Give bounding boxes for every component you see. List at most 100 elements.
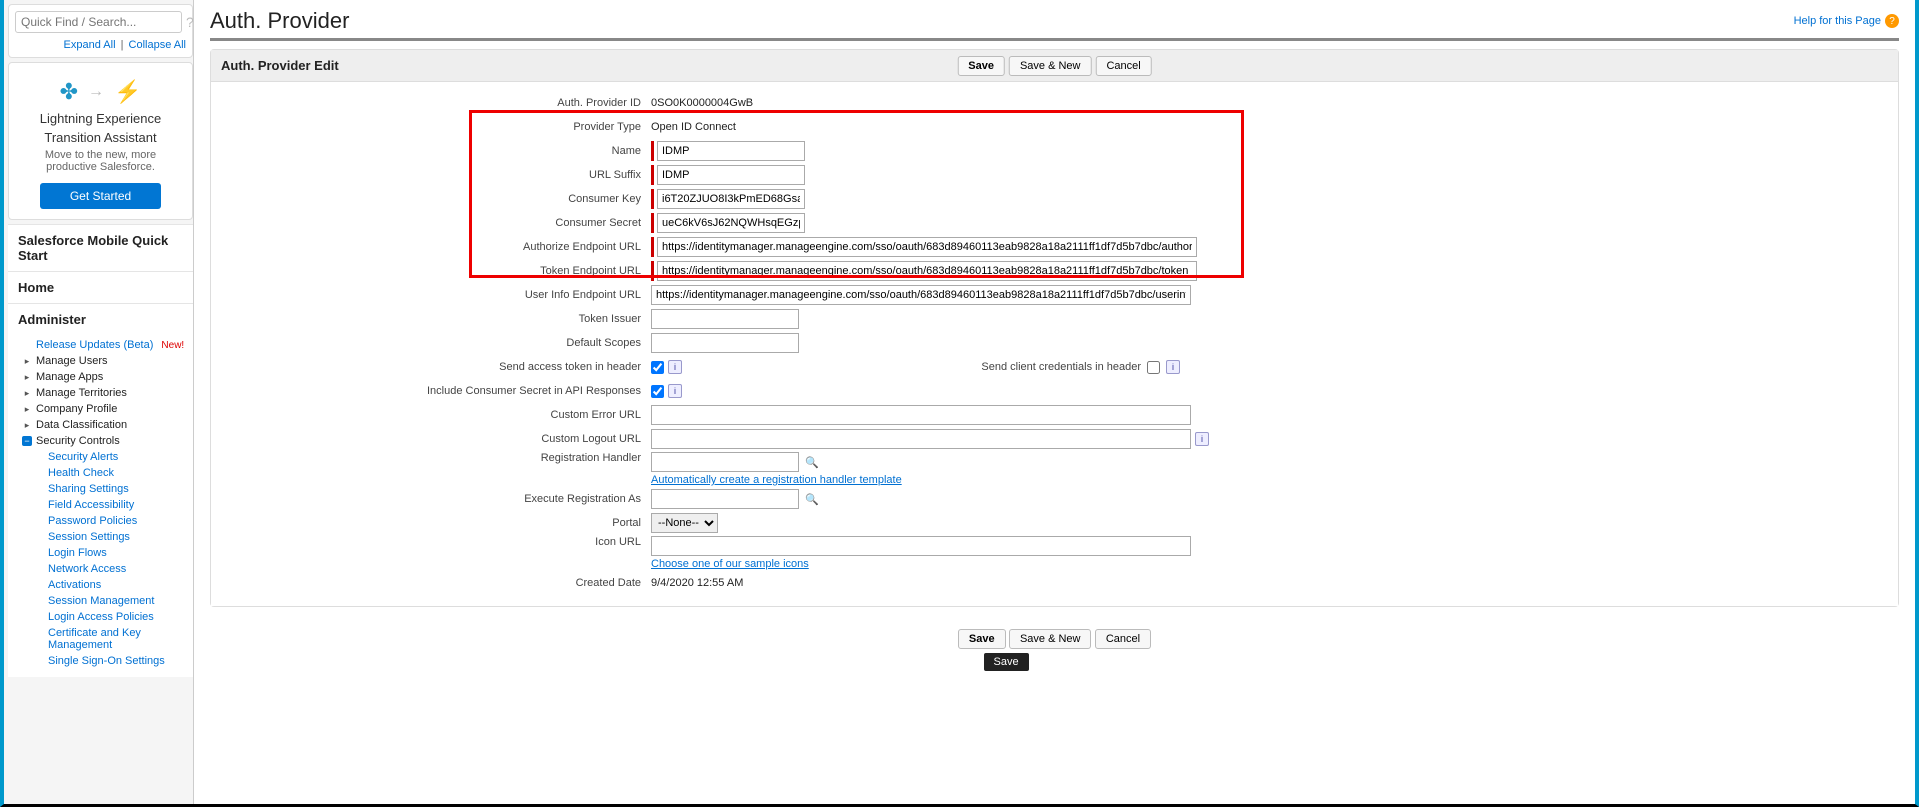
lightning-title-1: Lightning Experience	[19, 111, 182, 126]
expand-all-link[interactable]: Expand All	[64, 39, 116, 51]
value-created-date: 9/4/2020 12:55 AM	[651, 577, 1898, 589]
tree-login-access-policies[interactable]: Login Access Policies	[18, 609, 193, 625]
custom-error-url-input[interactable]	[651, 405, 1191, 425]
label-consumer-secret: Consumer Secret	[211, 217, 651, 229]
required-indicator	[651, 165, 654, 185]
tree-cert-key[interactable]: Certificate and Key Management	[18, 625, 193, 653]
value-provider-id: 0SO0K0000004GwB	[651, 97, 1898, 109]
collapse-all-link[interactable]: Collapse All	[129, 39, 186, 51]
tree-manage-users[interactable]: ▸Manage Users	[18, 353, 193, 369]
save-new-button[interactable]: Save & New	[1009, 56, 1092, 76]
required-indicator	[651, 237, 654, 257]
tree-manage-territories[interactable]: ▸Manage Territories	[18, 385, 193, 401]
sidebar: ? 🔍 Expand All | Collapse All ✤ → ⚡ Ligh…	[4, 0, 194, 804]
label-token-url: Token Endpoint URL	[211, 265, 651, 277]
tree-login-flows[interactable]: Login Flows	[18, 545, 193, 561]
label-authorize-url: Authorize Endpoint URL	[211, 241, 651, 253]
label-send-client-creds: Send client credentials in header	[726, 361, 1141, 373]
divider	[210, 38, 1899, 41]
label-include-secret: Include Consumer Secret in API Responses	[211, 385, 651, 397]
token-issuer-input[interactable]	[651, 309, 799, 329]
label-token-issuer: Token Issuer	[211, 313, 651, 325]
expand-icon[interactable]: ▸	[22, 372, 32, 382]
label-consumer-key: Consumer Key	[211, 193, 651, 205]
label-custom-logout-url: Custom Logout URL	[211, 433, 651, 445]
consumer-secret-input[interactable]	[657, 213, 805, 233]
auth-provider-panel: Auth. Provider Edit Save Save & New Canc…	[210, 49, 1899, 607]
required-indicator	[651, 213, 654, 233]
tree-password-policies[interactable]: Password Policies	[18, 513, 193, 529]
label-userinfo-url: User Info Endpoint URL	[211, 289, 651, 301]
label-url-suffix: URL Suffix	[211, 169, 651, 181]
save-button[interactable]: Save	[957, 56, 1005, 76]
get-started-button[interactable]: Get Started	[40, 183, 161, 209]
default-scopes-input[interactable]	[651, 333, 799, 353]
cancel-button[interactable]: Cancel	[1095, 56, 1151, 76]
label-default-scopes: Default Scopes	[211, 337, 651, 349]
tree-session-settings[interactable]: Session Settings	[18, 529, 193, 545]
expand-icon[interactable]: ▸	[22, 404, 32, 414]
tree-data-classification[interactable]: ▸Data Classification	[18, 417, 193, 433]
execute-registration-as-input[interactable]	[651, 489, 799, 509]
sidebar-section-administer: Administer	[8, 303, 193, 335]
tree-release-updates[interactable]: Release Updates (Beta)New!	[18, 337, 193, 353]
help-icon[interactable]: ?	[186, 14, 194, 30]
tree-activations[interactable]: Activations	[18, 577, 193, 593]
lightning-subtitle: Move to the new, more productive Salesfo…	[19, 149, 182, 173]
cancel-button-footer[interactable]: Cancel	[1095, 629, 1151, 649]
auto-create-handler-link[interactable]: Automatically create a registration hand…	[651, 474, 902, 486]
tree-health-check[interactable]: Health Check	[18, 465, 193, 481]
label-name: Name	[211, 145, 651, 157]
tree-session-management[interactable]: Session Management	[18, 593, 193, 609]
info-icon[interactable]: i	[668, 384, 682, 398]
required-indicator	[651, 261, 654, 281]
lookup-icon[interactable]: 🔍	[803, 453, 821, 471]
consumer-key-input[interactable]	[657, 189, 805, 209]
authorize-url-input[interactable]	[657, 237, 1197, 257]
custom-logout-url-input[interactable]	[651, 429, 1191, 449]
send-access-token-checkbox[interactable]	[651, 361, 664, 374]
main-content: Auth. Provider Help for this Page? Auth.…	[194, 0, 1915, 804]
choose-sample-icon-link[interactable]: Choose one of our sample icons	[651, 558, 809, 570]
portal-select[interactable]: --None--	[651, 513, 718, 533]
page-title: Auth. Provider	[210, 8, 349, 34]
required-indicator	[651, 189, 654, 209]
tree-security-controls[interactable]: −Security Controls	[18, 433, 193, 449]
lookup-icon[interactable]: 🔍	[803, 490, 821, 508]
info-icon[interactable]: i	[1166, 360, 1180, 374]
lightning-title-2: Transition Assistant	[19, 130, 182, 145]
name-input[interactable]	[657, 141, 805, 161]
tree-manage-apps[interactable]: ▸Manage Apps	[18, 369, 193, 385]
url-suffix-input[interactable]	[657, 165, 805, 185]
tree-network-access[interactable]: Network Access	[18, 561, 193, 577]
tree-sharing-settings[interactable]: Sharing Settings	[18, 481, 193, 497]
label-provider-id: Auth. Provider ID	[211, 97, 651, 109]
label-icon-url: Icon URL	[211, 536, 651, 548]
expand-icon[interactable]: ▸	[22, 388, 32, 398]
label-custom-error-url: Custom Error URL	[211, 409, 651, 421]
registration-handler-input[interactable]	[651, 452, 799, 472]
token-url-input[interactable]	[657, 261, 1197, 281]
userinfo-url-input[interactable]	[651, 285, 1191, 305]
include-secret-checkbox[interactable]	[651, 385, 664, 398]
sidebar-item-mobile-quickstart[interactable]: Salesforce Mobile Quick Start	[8, 224, 193, 271]
info-icon[interactable]: i	[668, 360, 682, 374]
tree-field-accessibility[interactable]: Field Accessibility	[18, 497, 193, 513]
icon-url-input[interactable]	[651, 536, 1191, 556]
clover-icon: ✤	[60, 79, 78, 105]
expand-icon[interactable]: ▸	[22, 356, 32, 366]
info-icon[interactable]: i	[1195, 432, 1209, 446]
tree-security-alerts[interactable]: Security Alerts	[18, 449, 193, 465]
tree-company-profile[interactable]: ▸Company Profile	[18, 401, 193, 417]
collapse-icon[interactable]: −	[22, 436, 32, 446]
send-client-creds-checkbox[interactable]	[1147, 361, 1160, 374]
label-execute-registration-as: Execute Registration As	[211, 493, 651, 505]
label-provider-type: Provider Type	[211, 121, 651, 133]
sidebar-item-home[interactable]: Home	[8, 271, 193, 303]
expand-icon[interactable]: ▸	[22, 420, 32, 430]
save-button-footer[interactable]: Save	[958, 629, 1006, 649]
save-new-button-footer[interactable]: Save & New	[1009, 629, 1092, 649]
help-for-page-link[interactable]: Help for this Page?	[1794, 14, 1899, 28]
search-input[interactable]	[15, 11, 182, 33]
tree-sso[interactable]: Single Sign-On Settings	[18, 653, 193, 669]
